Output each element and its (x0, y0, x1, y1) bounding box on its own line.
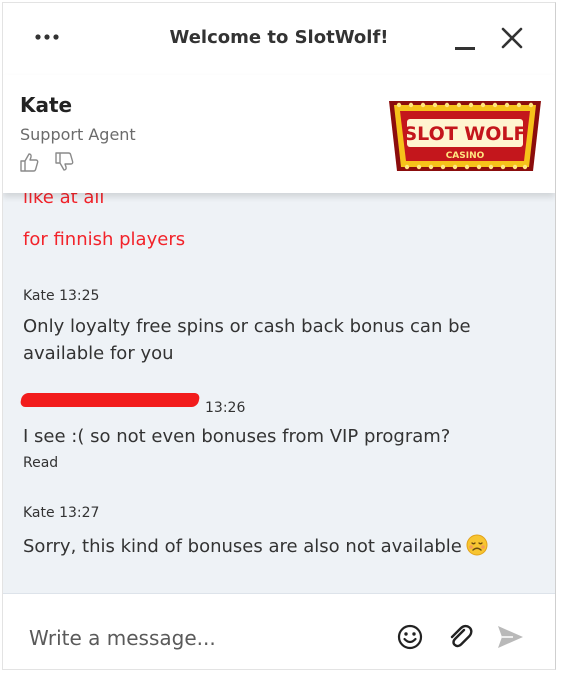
attach-icon (450, 624, 473, 648)
title-bar: Welcome to SlotWolf! (3, 3, 555, 75)
thumbs-down-icon (55, 152, 74, 171)
emoji-icon (397, 624, 423, 650)
minimize-button[interactable] (453, 27, 479, 51)
minimize-icon (455, 47, 475, 50)
agent-role: Support Agent (20, 125, 136, 144)
chat-window: Welcome to SlotWolf! Kate Support Agent (2, 2, 556, 670)
agent-message: Sorry, this kind of bonuses are also not… (23, 533, 533, 560)
read-status: Read (23, 455, 59, 471)
message-author: Kate (23, 505, 55, 521)
rating-controls (18, 151, 83, 175)
message-composer (3, 593, 555, 669)
message-meta: Kate 13:27 (23, 505, 99, 521)
message-meta: Kate 13:25 (23, 288, 99, 304)
thumbs-up-icon (20, 153, 39, 172)
visitor-message-line: like at all (23, 193, 105, 208)
visitor-message: I see :( so not even bonuses from VIP pr… (23, 426, 451, 447)
logo-text: SLOT WOLF (403, 123, 526, 145)
visitor-message-line: for finnish players (23, 229, 186, 250)
agent-header: Kate Support Agent SLOT WOLF CASINO (3, 75, 555, 193)
message-time: 13:27 (59, 505, 100, 521)
close-icon (501, 27, 523, 49)
message-input[interactable] (29, 622, 369, 654)
slotwolf-logo: SLOT WOLF CASINO (385, 95, 545, 177)
agent-message: Only loyalty free spins or cash back bon… (23, 316, 471, 364)
emoji-button[interactable] (395, 622, 425, 652)
message-author: Kate (23, 288, 55, 304)
agent-name: Kate (20, 93, 73, 117)
disappointed-face-icon (466, 534, 488, 556)
logo-subtext: CASINO (446, 151, 485, 161)
message-time: 13:26 (205, 400, 246, 416)
close-button[interactable] (497, 23, 527, 53)
thumbs-up-button[interactable] (18, 151, 40, 173)
send-button[interactable] (495, 622, 525, 652)
thumbs-down-button[interactable] (53, 151, 75, 173)
attach-button[interactable] (445, 622, 475, 652)
messages-area[interactable]: like at all for finnish players Kate 13:… (3, 193, 555, 593)
agent-message-text: Sorry, this kind of bonuses are also not… (23, 536, 462, 557)
redacted-username (19, 393, 201, 407)
send-icon (498, 626, 523, 648)
message-time: 13:25 (59, 288, 100, 304)
